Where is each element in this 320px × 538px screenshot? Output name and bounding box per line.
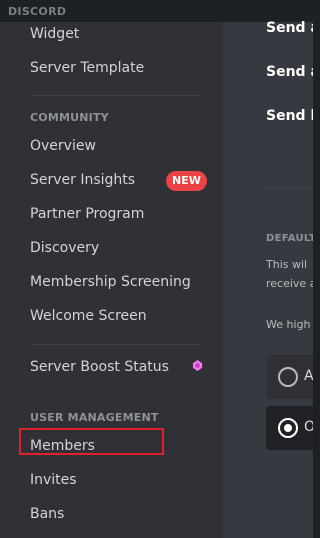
notification-option-text: Send h: [266, 108, 313, 124]
sidebar-item-label: Membership Screening: [30, 274, 191, 290]
members-highlight-box: [19, 428, 164, 455]
new-badge: NEW: [166, 171, 207, 191]
boost-gem-icon: [192, 360, 203, 371]
section-title-user-management: USER MANAGEMENT: [30, 411, 159, 424]
radio-option-label: O: [304, 419, 313, 435]
radio-option-all[interactable]: A: [266, 355, 313, 399]
sidebar-item-welcome-screen[interactable]: Welcome Screen: [22, 301, 211, 333]
settings-window: DISCORD Widget Server Template COMMUNITY…: [0, 0, 313, 538]
sidebar-item-server-boost-status[interactable]: Server Boost Status: [22, 352, 211, 384]
notification-option-text: Send a: [266, 20, 313, 36]
settings-content: Send a Send a Send h DEFAULT This wil re…: [223, 20, 313, 538]
description-text: receive a: [266, 277, 313, 290]
section-title-default: DEFAULT: [266, 233, 313, 244]
sidebar-item-members[interactable]: Members: [19, 428, 211, 463]
sidebar-item-membership-screening[interactable]: Membership Screening: [22, 267, 211, 299]
section-title-community: COMMUNITY: [30, 111, 109, 124]
sidebar-item-label: Discovery: [30, 240, 100, 256]
app-brand: DISCORD: [8, 5, 67, 18]
sidebar-item-bans[interactable]: Bans: [22, 499, 211, 531]
sidebar-item-overview[interactable]: Overview: [22, 131, 211, 163]
sidebar-item-label: Server Insights: [30, 172, 136, 188]
sidebar-item-partner-program[interactable]: Partner Program: [22, 199, 211, 231]
sidebar-item-server-insights[interactable]: Server Insights NEW: [22, 165, 211, 197]
content-divider: [266, 188, 313, 189]
sidebar-item-label: Overview: [30, 138, 96, 154]
sidebar-item-label: Server Boost Status: [30, 359, 169, 375]
radio-option-only[interactable]: O: [266, 406, 313, 450]
recommendation-text: We high: [266, 318, 311, 331]
sidebar-item-label: Invites: [30, 472, 77, 488]
sidebar-item-label: Welcome Screen: [30, 308, 147, 324]
sidebar-divider: [30, 95, 201, 96]
sidebar-item-discovery[interactable]: Discovery: [22, 233, 211, 265]
radio-button[interactable]: [278, 418, 298, 438]
sidebar-item-label: Bans: [30, 506, 65, 522]
sidebar-item-label: Partner Program: [30, 206, 145, 222]
sidebar-item-label: Server Template: [30, 60, 145, 76]
description-text: This wil: [266, 258, 308, 271]
sidebar-divider: [30, 344, 201, 345]
sidebar-item-invites[interactable]: Invites: [22, 465, 211, 497]
notification-option-text: Send a: [266, 64, 313, 80]
radio-button[interactable]: [278, 367, 298, 387]
settings-sidebar: Widget Server Template COMMUNITY Overvie…: [0, 22, 223, 538]
sidebar-item-label: Widget: [30, 26, 80, 42]
sidebar-item-widget[interactable]: Widget: [22, 19, 211, 51]
radio-selected-dot: [284, 424, 292, 432]
sidebar-item-server-template[interactable]: Server Template: [22, 53, 211, 85]
radio-option-label: A: [304, 368, 313, 384]
